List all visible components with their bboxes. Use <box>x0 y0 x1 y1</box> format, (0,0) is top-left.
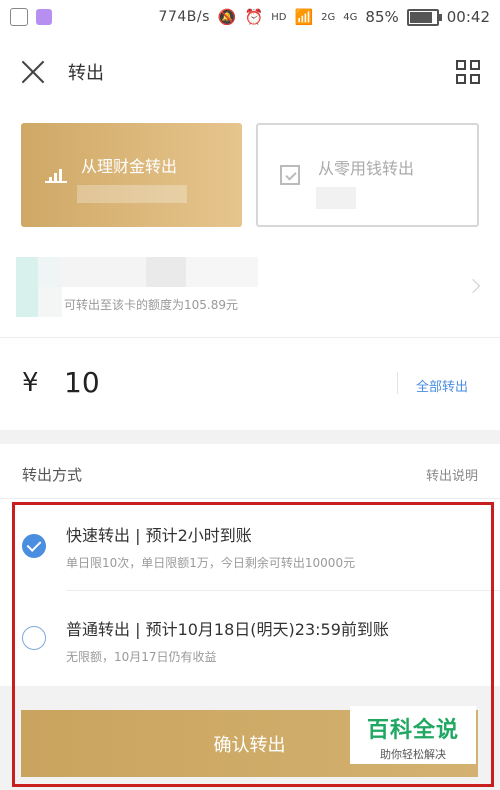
wallet-icon <box>280 165 300 185</box>
battery-percent: 85% <box>365 8 399 26</box>
net-speed: 774B/s <box>158 9 210 25</box>
alarm-icon: ⏰ <box>244 8 264 26</box>
radio-unchecked-icon[interactable] <box>22 626 46 650</box>
method-heading: 转出方式 <box>22 466 83 484</box>
status-right: 774B/s 🔕 ⏰ HD 📶 2G 4G 85% 00:42 <box>159 8 490 26</box>
battery-icon <box>406 8 442 26</box>
watermark-slogan: 助你轻松解决 <box>380 748 446 761</box>
radio-checked-icon[interactable] <box>22 534 46 558</box>
notification-icon <box>10 8 28 26</box>
signal-2g: 2G <box>321 11 336 23</box>
bank-card-row[interactable]: 可转出至该卡的额度为105.89元 <box>16 257 484 317</box>
method-header: 转出方式 转出说明 <box>0 444 500 498</box>
grid-menu-icon[interactable] <box>456 60 480 84</box>
app-header: 转出 <box>0 34 500 110</box>
chevron-right-icon <box>465 278 481 294</box>
option-normal-desc: 无限额，10月17日仍有收益 <box>66 650 217 664</box>
masked-balance <box>77 185 187 203</box>
amount-input[interactable]: 10 <box>64 366 100 399</box>
gallery-icon <box>36 9 52 25</box>
status-bar: 774B/s 🔕 ⏰ HD 📶 2G 4G 85% 00:42 <box>0 0 500 34</box>
bank-logo <box>16 287 62 317</box>
source-cards: 从理财金转出 从零用钱转出 <box>0 110 500 227</box>
source-card-wealth[interactable]: 从理财金转出 <box>21 123 242 227</box>
divider <box>66 590 500 591</box>
option-fast[interactable]: 快速转出 | 预计2小时到账 单日限10次，单日限额1万，今日剩余可转出1000… <box>14 510 494 590</box>
wifi-icon: 📶 <box>294 8 314 26</box>
section-gap <box>0 430 500 444</box>
source-card-wealth-label: 从理财金转出 <box>81 157 178 176</box>
option-fast-title: 快速转出 | 预计2小时到账 <box>66 526 252 545</box>
option-normal-title: 普通转出 | 预计10月18日(明天)23:59前到账 <box>66 620 389 639</box>
source-card-change-label: 从零用钱转出 <box>318 159 415 178</box>
watermark-logo: 百科全说 助你轻松解决 <box>350 706 476 764</box>
masked-balance <box>316 187 356 209</box>
currency-symbol: ¥ <box>22 368 39 398</box>
masked-bank-name <box>16 257 258 287</box>
close-icon[interactable] <box>20 59 46 85</box>
chart-bars-icon <box>45 167 67 183</box>
divider <box>397 372 398 394</box>
method-help-link[interactable]: 转出说明 <box>426 465 478 484</box>
mute-icon: 🔕 <box>217 8 237 26</box>
option-normal[interactable]: 普通转出 | 预计10月18日(明天)23:59前到账 无限额，10月17日仍有… <box>14 600 494 684</box>
hd-badge: HD <box>271 11 287 23</box>
amount-row: ¥ 10 全部转出 <box>0 338 500 430</box>
all-out-link[interactable]: 全部转出 <box>416 376 468 395</box>
status-left <box>10 8 52 26</box>
page-title: 转出 <box>68 63 104 84</box>
divider <box>0 498 500 499</box>
bank-limit-text: 可转出至该卡的额度为105.89元 <box>64 298 238 312</box>
source-card-change[interactable]: 从零用钱转出 <box>256 123 479 227</box>
watermark-brand: 百科全说 <box>366 718 459 743</box>
option-fast-desc: 单日限10次，单日限额1万，今日剩余可转出10000元 <box>66 556 356 570</box>
signal-4g: 4G <box>343 11 358 23</box>
clock: 00:42 <box>446 8 490 26</box>
